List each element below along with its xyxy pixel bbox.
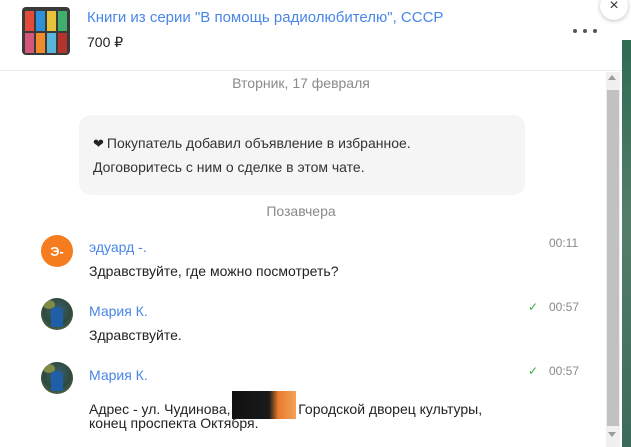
message-time: 00:57 xyxy=(549,300,580,314)
message-time: 00:11 xyxy=(549,236,579,250)
avatar[interactable]: Э- xyxy=(41,235,73,267)
read-check-icon: ✓ xyxy=(528,300,539,314)
listing-thumbnail[interactable] xyxy=(22,7,70,55)
heart-icon: ❤ xyxy=(93,136,104,151)
system-message: ❤ Покупатель добавил объявление в избранн… xyxy=(79,115,525,195)
date-separator: Вторник, 17 февраля xyxy=(232,75,370,91)
listing-price: 700 ₽ xyxy=(87,34,124,50)
read-check-icon: ✓ xyxy=(528,364,539,378)
scrollbar-thumb[interactable] xyxy=(607,90,619,426)
scroll-down-icon[interactable] xyxy=(608,432,616,437)
close-icon: × xyxy=(609,0,619,14)
system-message-line-1: Покупатель добавил объявление в избранно… xyxy=(106,135,411,151)
message-text: Здравствуйте, где можно посмотреть? xyxy=(89,263,339,279)
avatar[interactable] xyxy=(41,298,73,330)
message-author[interactable]: Мария К. xyxy=(89,303,148,319)
date-separator: Позавчера xyxy=(266,203,336,219)
message-author[interactable]: Мария К. xyxy=(89,367,148,383)
message-time: 00:57 xyxy=(549,364,580,378)
avatar[interactable] xyxy=(41,362,73,394)
system-message-line-2: Договоритесь с ним о сделке в этом чате. xyxy=(93,159,365,175)
more-options-icon[interactable] xyxy=(573,23,597,39)
message-author[interactable]: эдуард -. xyxy=(89,239,147,255)
message-text-line-2: конец проспекта Октября. xyxy=(89,415,259,431)
listing-title[interactable]: Книги из серии "В помощь радиолюбителю",… xyxy=(87,9,443,26)
listing-header: Книги из серии "В помощь радиолюбителю",… xyxy=(0,0,622,71)
scroll-up-icon[interactable] xyxy=(608,75,616,80)
background-page-strip xyxy=(622,40,631,447)
message-text: Здравствуйте. xyxy=(89,327,182,343)
